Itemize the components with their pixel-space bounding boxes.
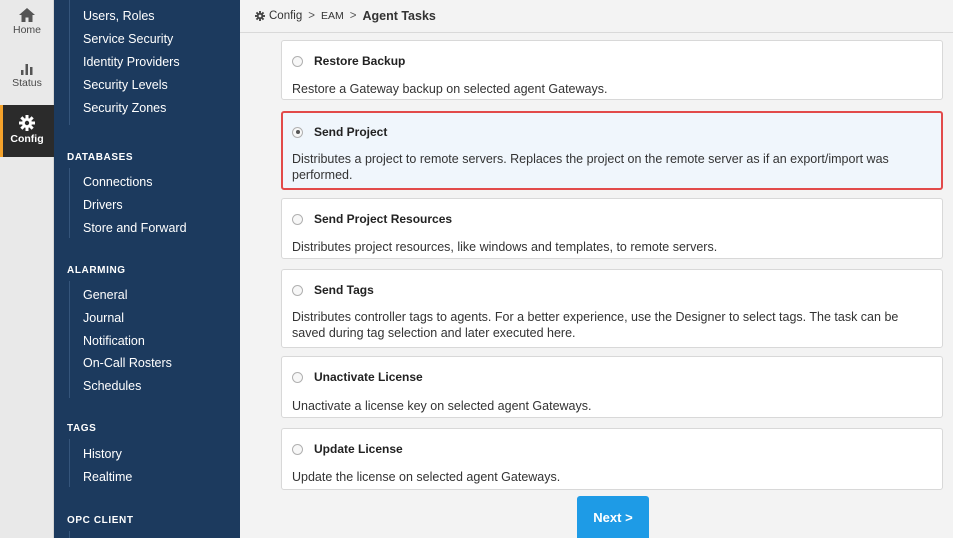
nav-item-history[interactable]: History	[83, 447, 122, 461]
nav-item-notification[interactable]: Notification	[83, 334, 145, 348]
task-option-send-project[interactable]: Send Project Distributes a project to re…	[281, 111, 943, 190]
task-option-unactivate-license[interactable]: Unactivate License Unactivate a license …	[281, 356, 943, 418]
nav-item-general[interactable]: General	[83, 288, 127, 302]
nav-item-store-and-forward[interactable]: Store and Forward	[83, 221, 187, 235]
nav-item-security-levels[interactable]: Security Levels	[83, 78, 168, 92]
breadcrumb: Config > EAM > Agent Tasks	[240, 0, 953, 33]
task-description: Unactivate a license key on selected age…	[292, 399, 592, 413]
nav-item-service-security[interactable]: Service Security	[83, 32, 173, 46]
radio-button-selected[interactable]	[292, 126, 303, 138]
nav-item-realtime[interactable]: Realtime	[83, 470, 132, 484]
task-description: Restore a Gateway backup on selected age…	[292, 82, 608, 96]
rail-status[interactable]: Status	[0, 56, 54, 102]
rail-config-label: Config	[10, 133, 44, 145]
next-button[interactable]: Next >	[577, 496, 649, 538]
task-title: Send Project Resources	[314, 212, 453, 226]
radio-button[interactable]	[292, 284, 303, 296]
bar-chart-icon	[21, 64, 33, 75]
nav-item-identity-providers[interactable]: Identity Providers	[83, 55, 180, 69]
nav-item-journal[interactable]: Journal	[83, 311, 124, 325]
nav-section-tags: TAGS	[67, 423, 97, 434]
nav-divider-line	[69, 531, 70, 538]
nav-section-opc-client: OPC CLIENT	[67, 515, 134, 526]
task-description: Distributes controller tags to agents. F…	[292, 310, 899, 340]
config-sidebar: Users, Roles Service Security Identity P…	[54, 0, 240, 538]
task-description: Distributes a project to remote servers.…	[292, 152, 889, 182]
nav-section-databases: DATABASES	[67, 152, 134, 163]
task-option-restore-backup[interactable]: Restore Backup Restore a Gateway backup …	[281, 40, 943, 100]
task-option-update-license[interactable]: Update License Update the license on sel…	[281, 428, 943, 490]
home-icon	[19, 8, 35, 22]
nav-divider-line	[69, 439, 70, 487]
task-title: Unactivate License	[314, 370, 423, 384]
nav-item-connections[interactable]: Connections	[83, 175, 153, 189]
nav-divider-line	[69, 0, 70, 125]
radio-button[interactable]	[292, 213, 303, 225]
gear-icon	[255, 11, 265, 21]
nav-item-users-roles[interactable]: Users, Roles	[83, 9, 155, 23]
breadcrumb-eam[interactable]: EAM	[321, 10, 344, 22]
rail-config[interactable]: Config	[0, 105, 54, 157]
radio-button[interactable]	[292, 55, 303, 67]
nav-item-drivers[interactable]: Drivers	[83, 198, 123, 212]
task-title: Update License	[314, 442, 403, 456]
nav-divider-line	[69, 281, 70, 398]
rail-home-label: Home	[12, 24, 41, 36]
nav-section-alarming: ALARMING	[67, 265, 126, 276]
rail-active-indicator	[0, 105, 3, 157]
nav-item-security-zones[interactable]: Security Zones	[83, 101, 166, 115]
task-description: Distributes project resources, like wind…	[292, 240, 718, 254]
breadcrumb-config[interactable]: Config	[269, 10, 302, 22]
breadcrumb-current: Agent Tasks	[362, 9, 436, 23]
nav-item-schedules[interactable]: Schedules	[83, 379, 141, 393]
radio-button[interactable]	[292, 443, 303, 455]
task-option-send-tags[interactable]: Send Tags Distributes controller tags to…	[281, 269, 943, 348]
breadcrumb-separator: >	[308, 10, 315, 22]
rail-home[interactable]: Home	[0, 4, 54, 50]
task-title: Restore Backup	[314, 54, 406, 68]
radio-button[interactable]	[292, 371, 303, 383]
task-option-send-project-resources[interactable]: Send Project Resources Distributes proje…	[281, 198, 943, 259]
icon-rail: Home Status Config	[0, 0, 54, 538]
nav-item-on-call-rosters[interactable]: On-Call Rosters	[83, 356, 172, 370]
task-description: Update the license on selected agent Gat…	[292, 470, 561, 484]
nav-divider-line	[69, 168, 70, 238]
task-title: Send Project	[314, 125, 388, 139]
task-title: Send Tags	[314, 283, 374, 297]
rail-status-label: Status	[12, 77, 42, 89]
breadcrumb-separator: >	[349, 10, 357, 22]
gear-icon	[19, 115, 35, 131]
